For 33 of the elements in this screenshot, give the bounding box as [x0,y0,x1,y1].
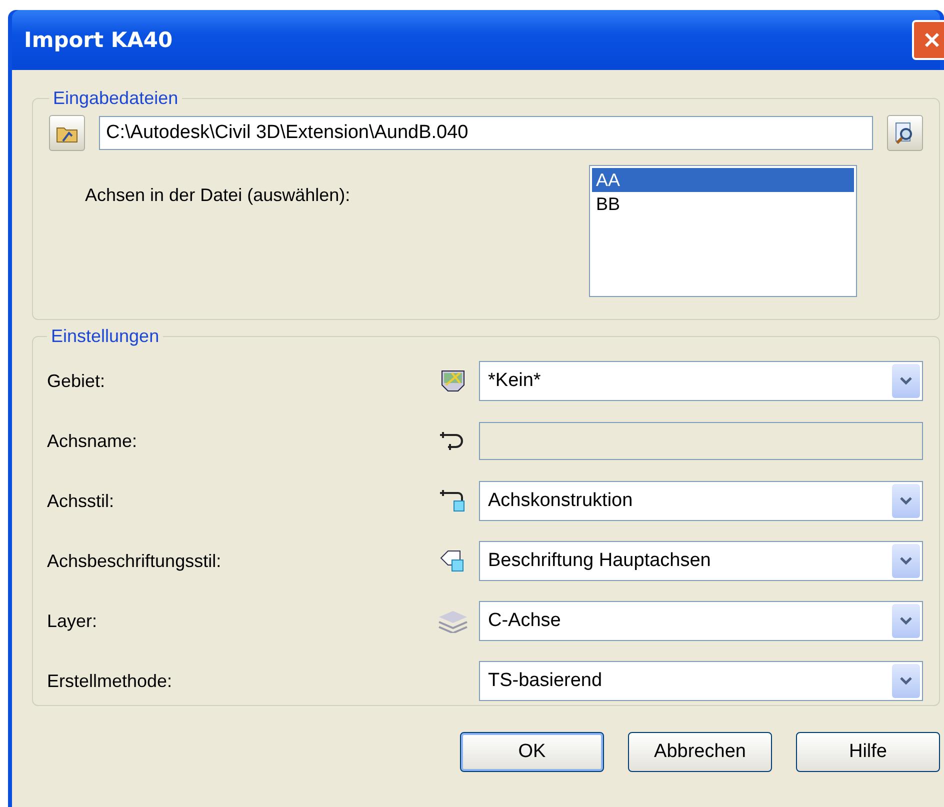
dropdown-value: *Kein* [488,370,541,392]
layers-icon [437,609,469,633]
close-icon [922,30,942,50]
dropdown-value: Beschriftung Hauptachsen [488,550,711,572]
folder-button[interactable] [49,115,85,151]
axes-label: Achsen in der Datei (auswählen): [84,184,352,206]
dialog-button[interactable]: OK [460,732,604,772]
list-item[interactable]: AA [592,168,854,192]
close-button[interactable] [912,20,944,60]
axes-list[interactable]: AA BB [589,165,857,297]
dropdown-value: Achskonstruktion [488,490,633,512]
map-icon [440,369,466,393]
dropdown[interactable]: Beschriftung Hauptachsen [479,541,923,581]
field-label: Achsbeschriftungsstil: [47,550,222,572]
dialog-button[interactable]: Hilfe [796,732,940,772]
dropdown[interactable]: Achskonstruktion [479,481,923,521]
dropdown[interactable]: C-Achse [479,601,923,641]
field-label: Achsstil: [47,490,116,512]
group-legend: Einstellungen [47,326,164,347]
dropdown-value: C-Achse [488,610,561,632]
field-label: Gebiet: [47,370,106,392]
window-title: Import KA40 [24,28,173,52]
dropdown[interactable]: *Kein* [479,361,923,401]
dropdown-value: TS-basierend [488,670,602,692]
field-label: Erstellmethode: [47,670,174,692]
file-path-field[interactable]: C:\Autodesk\Civil 3D\Extension\AundB.040 [99,116,873,150]
browse-button[interactable] [887,115,923,151]
list-item[interactable]: BB [592,192,854,216]
field-label: Achsname: [47,430,138,452]
dialog-button[interactable]: Abbrechen [628,732,772,772]
field-label: Layer: [47,610,98,632]
dropdown[interactable]: TS-basierend [479,661,923,701]
group-legend: Eingabedateien [49,88,182,109]
